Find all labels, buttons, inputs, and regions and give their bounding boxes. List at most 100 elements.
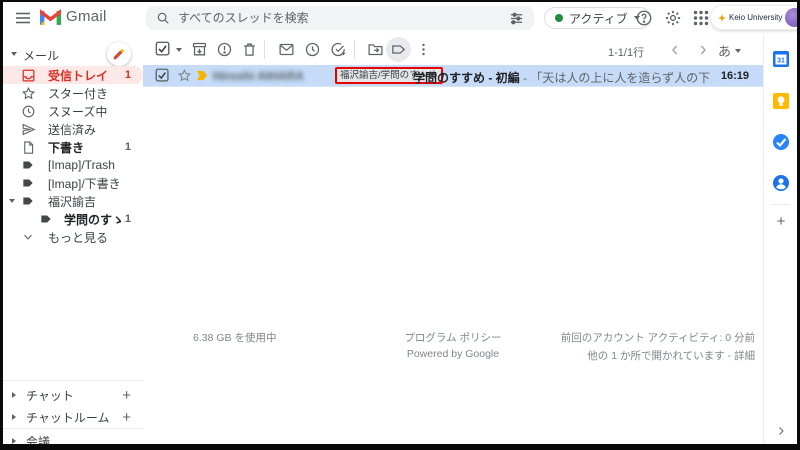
contacts-icon[interactable] [772,174,790,192]
rooms-section-label: チャットルーム [26,409,122,426]
unread-count: 1 [125,69,131,81]
sidebar-item-starred[interactable]: スター付き [3,84,143,102]
delete-icon[interactable] [241,41,258,58]
more-options-icon[interactable] [415,41,432,58]
select-all-checkbox[interactable] [155,41,172,58]
send-icon [21,122,36,137]
sidebar-item-label: スター付き [48,85,143,102]
search-bar[interactable] [146,6,534,30]
divider [3,428,143,429]
chevron-down-icon [735,49,741,53]
account-badge-label: Keio University [729,13,782,22]
expand-rooms-icon[interactable] [12,414,16,420]
gmail-window: Gmail アクティブ [3,2,797,444]
star-icon[interactable] [177,68,192,83]
gmail-m-icon [40,9,61,25]
newer-page-icon[interactable] [667,42,683,58]
search-icon[interactable] [156,11,170,25]
sidebar-section-meet[interactable]: 会議 [3,432,143,444]
org-logo-icon [718,14,726,22]
sidebar-item-label: もっと見る [48,229,143,246]
expand-label-icon[interactable] [9,199,15,203]
sidebar-section-rooms[interactable]: チャットルーム + [3,408,143,426]
sidebar-section-chat[interactable]: チャット + [3,386,143,404]
pagination-count: 1-1/1行 [608,44,644,60]
email-row[interactable]: Hiroshi AIHARA 福沢諭吉/学問のすゝめ 学問のすすめ - 初編 -… [143,65,763,87]
row-checkbox[interactable] [155,68,170,83]
draft-icon [21,140,36,155]
importance-marker-icon[interactable] [195,69,209,82]
gmail-logo: Gmail [40,8,107,25]
email-snippet: - 「天は人の上に人を造らず人の下に人を造らず」と言え... [520,71,711,85]
collapse-mail-icon[interactable] [11,52,17,56]
expand-chat-icon[interactable] [12,392,16,398]
input-tools-label: あ [718,41,731,60]
label-icon [21,194,36,209]
expand-meet-icon[interactable] [12,438,16,444]
input-tools-button[interactable]: あ [718,41,741,60]
unread-count: 1 [125,213,131,225]
mark-unread-icon[interactable] [278,41,295,58]
sidebar-item-label: 下書き [48,139,125,156]
select-dropdown-icon[interactable] [176,48,182,52]
side-panel: 31 + [763,34,797,444]
sidebar-item-sent[interactable]: 送信済み [3,120,143,138]
keep-icon[interactable] [772,92,790,110]
move-to-icon[interactable] [367,41,384,58]
sidebar-item-fukuzawa-label[interactable]: 福沢諭吉 [3,192,143,210]
sidebar-item-label: 福沢諭吉 [48,193,143,210]
snooze-icon[interactable] [304,41,321,58]
help-icon[interactable] [635,9,653,27]
avatar[interactable] [785,8,797,27]
email-subject: 学問のすすめ - 初編 [413,71,520,85]
older-page-icon[interactable] [695,42,711,58]
main-menu-icon[interactable] [14,9,32,27]
mail-section-header[interactable]: メール [3,42,143,66]
new-room-icon[interactable]: + [122,409,131,426]
status-label: アクティブ [569,10,628,27]
sidebar-item-label: [Imap]/下書き [48,175,143,192]
divider [771,204,790,205]
archive-icon[interactable] [191,41,208,58]
sidebar-item-label: 受信トレイ [48,67,125,84]
mail-toolbar: 1-1/1行 あ [143,37,763,63]
compose-button[interactable] [107,42,131,66]
active-status-dot [555,14,563,22]
get-addons-icon[interactable]: + [772,213,790,231]
hide-side-panel-icon[interactable] [775,424,787,436]
label-icon [390,41,407,58]
divider [264,40,265,59]
sidebar-item-drafts[interactable]: 下書き 1 [3,138,143,156]
sidebar-item-imap-trash[interactable]: [Imap]/Trash [3,156,143,174]
sidebar-item-imap-drafts[interactable]: [Imap]/下書き [3,174,143,192]
sidebar-item-snoozed[interactable]: スヌーズ中 [3,102,143,120]
apps-grid-icon[interactable] [692,9,710,27]
clock-icon [21,104,36,119]
sidebar-item-more[interactable]: もっと見る [3,228,143,246]
footer-activity: 前回のアカウント アクティビティ: 0 分前 他の 1 か所で開かれています -… [561,330,755,363]
settings-gear-icon[interactable] [664,9,682,27]
email-time: 16:19 [721,70,749,82]
mail-footer: 6.38 GB を使用中 プログラム ポリシー Powered by Googl… [143,328,763,358]
labels-button[interactable] [386,37,411,62]
label-icon [21,176,36,191]
tasks-icon[interactable] [772,133,790,151]
report-spam-icon[interactable] [216,41,233,58]
sidebar-item-gakumon-label[interactable]: 学問のすゝめ 1 [3,210,143,228]
sidebar-item-inbox[interactable]: 受信トレイ 1 [3,66,143,84]
sidebar-item-label: [Imap]/Trash [48,158,143,172]
draft-count: 1 [125,141,131,153]
divider [354,40,355,59]
new-chat-icon[interactable]: + [122,387,131,404]
inbox-icon [21,68,36,83]
open-locations-details[interactable]: 他の 1 か所で開かれています - 詳細 [561,348,755,363]
sender-name-blurred: Hiroshi AIHARA [213,69,338,83]
last-activity: 前回のアカウント アクティビティ: 0 分前 [561,330,755,345]
add-to-tasks-icon[interactable] [330,41,347,58]
account-badge[interactable]: Keio University [710,5,797,30]
search-options-icon[interactable] [509,11,524,26]
calendar-icon[interactable]: 31 [772,50,790,68]
search-input[interactable] [178,11,503,25]
header: Gmail アクティブ [3,2,797,34]
gmail-logo-text: Gmail [66,8,107,25]
